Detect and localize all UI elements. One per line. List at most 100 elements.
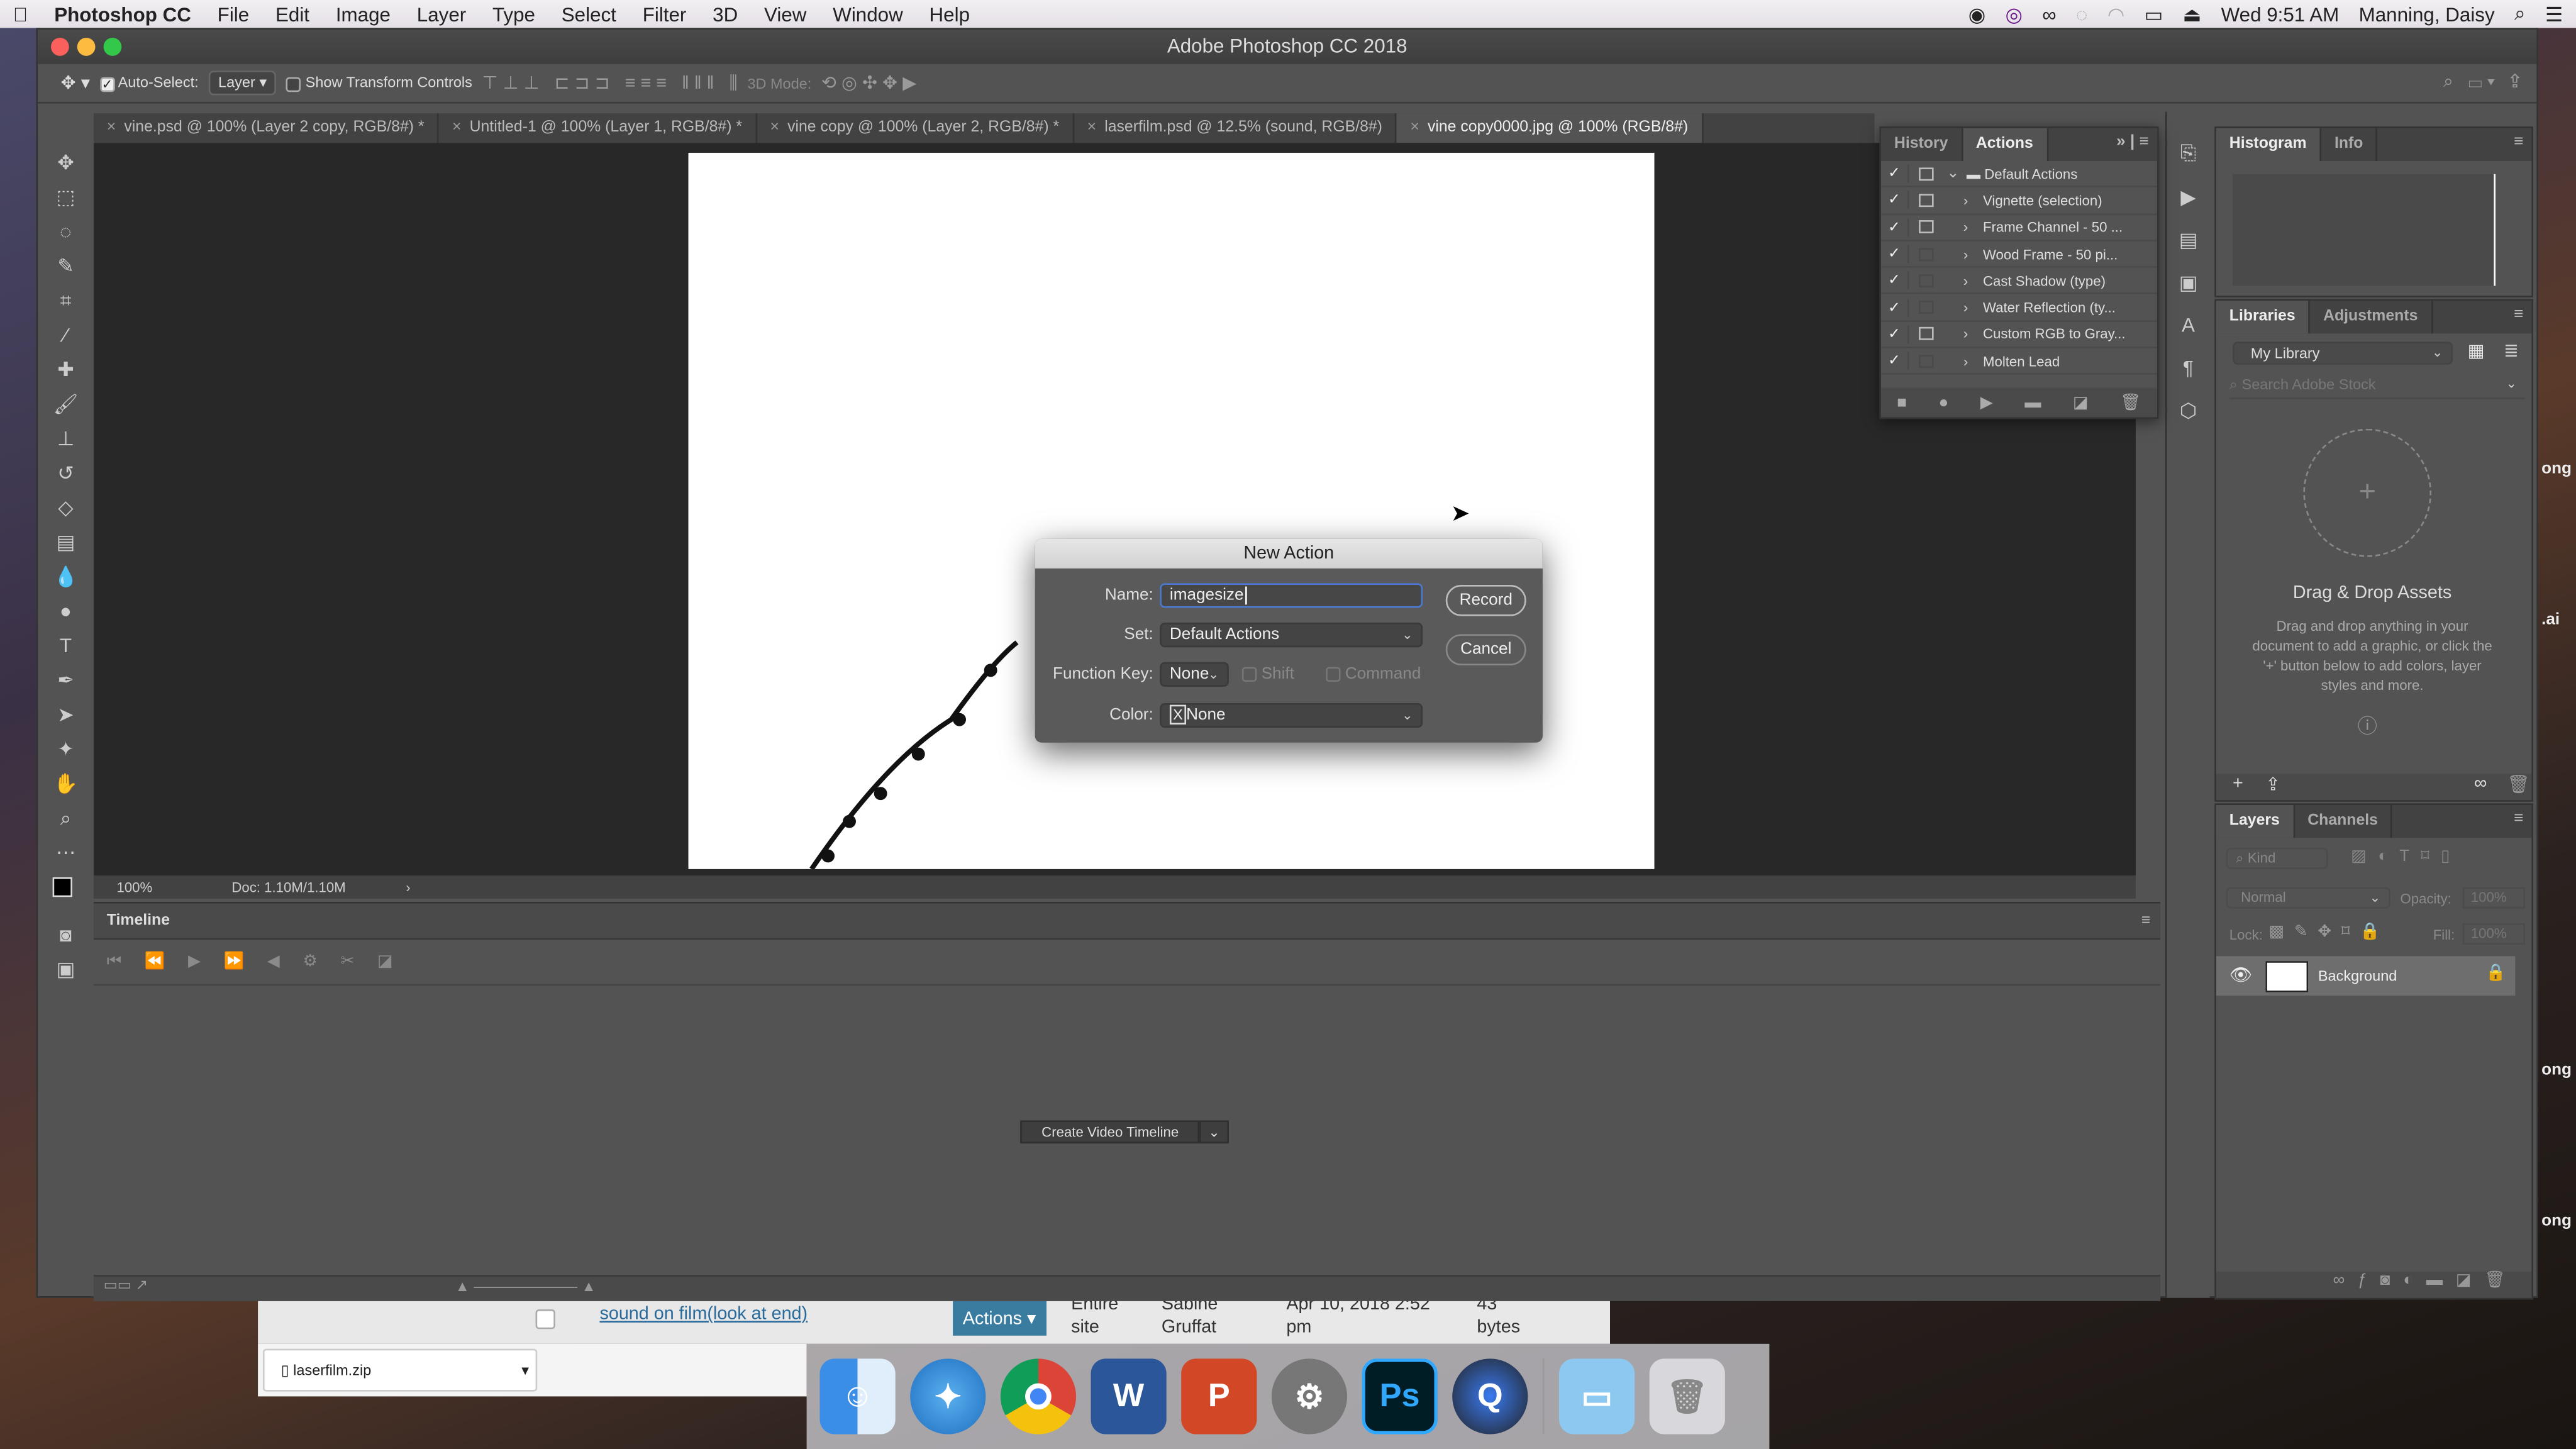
- eject-icon[interactable]: ⏏: [2183, 3, 2202, 26]
- history-brush-icon[interactable]: ↺: [57, 460, 74, 486]
- blur-tool-icon[interactable]: 💧: [53, 564, 78, 590]
- add-icon[interactable]: +: [2233, 774, 2243, 793]
- library-dropdown[interactable]: My Library ⌄: [2233, 341, 2453, 365]
- transition-icon[interactable]: ◪: [377, 953, 393, 971]
- trash-icon[interactable]: 🗑: [2120, 394, 2141, 412]
- cancel-button[interactable]: Cancel: [1445, 634, 1526, 665]
- action-name-input[interactable]: imagesize: [1160, 583, 1423, 608]
- dock-powerpoint[interactable]: P: [1181, 1358, 1257, 1435]
- creative-cloud-icon[interactable]: ∞: [2474, 774, 2487, 793]
- tab-vine-copy0000[interactable]: × vine copy0000.jpg @ 100% (RGB/8#): [1397, 113, 1703, 143]
- move-tool-icon[interactable]: ✥ ▾: [61, 72, 90, 94]
- dialog-toggle-icon[interactable]: [1919, 220, 1934, 234]
- dock-chrome[interactable]: [1000, 1358, 1077, 1435]
- action-row[interactable]: ✓ › Cast Shadow (type): [1881, 268, 2157, 295]
- tab-history[interactable]: History: [1881, 128, 1963, 161]
- record-button[interactable]: Record: [1445, 584, 1526, 616]
- shift-checkbox[interactable]: Shift: [1241, 665, 1294, 684]
- character-icon[interactable]: ▣: [2179, 271, 2198, 294]
- first-frame-icon[interactable]: ⏮: [107, 953, 122, 971]
- spotlight-icon[interactable]: ⌕: [2514, 2, 2526, 26]
- zoom-level[interactable]: 100%: [116, 875, 152, 899]
- dialog-toggle-icon[interactable]: [1919, 301, 1934, 314]
- dialog-toggle-icon[interactable]: [1919, 327, 1934, 341]
- vpn-icon[interactable]: ◎: [2005, 3, 2022, 26]
- zoom-slider[interactable]: ▲ ——————— ▲: [455, 1278, 596, 1294]
- eraser-tool-icon[interactable]: ◇: [58, 494, 73, 521]
- new-set-folder-icon[interactable]: ▬: [2024, 394, 2041, 412]
- grid-view-icon[interactable]: ▦: [2468, 340, 2485, 361]
- user-name[interactable]: Manning, Daisy: [2359, 3, 2495, 26]
- zoom-tool-icon[interactable]: ⌕: [60, 805, 72, 831]
- layer-row-background[interactable]: 👁 Background 🔒: [2216, 956, 2516, 996]
- color-dropdown[interactable]: X None ⌄: [1160, 703, 1423, 728]
- check-icon[interactable]: ✓: [1881, 191, 1909, 209]
- quick-mask-icon[interactable]: ◙: [60, 921, 72, 948]
- marquee-tool-icon[interactable]: ⬚: [57, 184, 75, 211]
- chevron-right-icon[interactable]: ›: [1963, 192, 1983, 208]
- play-icon[interactable]: ▶: [188, 953, 201, 971]
- check-icon[interactable]: ✓: [1881, 218, 1909, 236]
- check-icon[interactable]: ✓: [1881, 352, 1909, 370]
- actions-panel-icon[interactable]: ▶: [2180, 186, 2196, 209]
- chevron-right-icon[interactable]: ›: [1963, 353, 1983, 369]
- panel-menu-icon[interactable]: » | ≡: [2116, 133, 2149, 152]
- stamp-tool-icon[interactable]: ⊥: [57, 426, 74, 452]
- action-row[interactable]: ✓ › Wood Frame - 50 pi...: [1881, 242, 2157, 269]
- add-asset-circle[interactable]: +: [2303, 428, 2432, 557]
- type-tool-icon[interactable]: T: [60, 633, 72, 659]
- move-tool-icon[interactable]: ✥: [57, 150, 74, 176]
- tab-adjustments[interactable]: Adjustments: [2310, 301, 2433, 334]
- dock-quicktime[interactable]: Q: [1452, 1358, 1528, 1435]
- menu-view[interactable]: View: [751, 3, 819, 26]
- stop-icon[interactable]: ■: [1897, 394, 1907, 412]
- healing-tool-icon[interactable]: ✚: [57, 357, 74, 383]
- dialog-toggle-icon[interactable]: [1919, 354, 1934, 368]
- action-row[interactable]: ✓ › Vignette (selection): [1881, 188, 2157, 215]
- opacity-field[interactable]: 100%: [2462, 887, 2526, 909]
- menu-filter[interactable]: Filter: [630, 3, 699, 26]
- help-icon[interactable]: ⓘ: [2358, 711, 2377, 739]
- action-row[interactable]: ✓ › Custom RGB to Gray...: [1881, 321, 2157, 348]
- set-dropdown[interactable]: Default Actions ⌄: [1160, 623, 1423, 648]
- panel-menu-icon[interactable]: ≡: [2514, 306, 2523, 324]
- chevron-down-icon[interactable]: ⌄: [1947, 165, 1967, 183]
- chevron-right-icon[interactable]: ›: [1963, 272, 1983, 289]
- close-tab-icon[interactable]: ×: [1087, 118, 1097, 136]
- dock-trash[interactable]: 🗑: [1649, 1358, 1725, 1435]
- lock-icon[interactable]: 🔒: [2485, 964, 2506, 982]
- tab-untitled-1[interactable]: × Untitled-1 @ 100% (Layer 1, RGB/8#) *: [439, 113, 757, 143]
- tab-actions[interactable]: Actions: [1962, 128, 2048, 161]
- menu-app[interactable]: Photoshop CC: [41, 3, 204, 26]
- eyedropper-tool-icon[interactable]: ⁄: [64, 322, 67, 348]
- dialog-toggle-icon[interactable]: [1919, 247, 1934, 261]
- airplay-icon[interactable]: ▭: [2145, 3, 2163, 26]
- menu-help[interactable]: Help: [916, 3, 983, 26]
- panel-menu-icon[interactable]: ≡: [2514, 133, 2523, 152]
- tab-channels[interactable]: Channels: [2294, 804, 2393, 838]
- dodge-tool-icon[interactable]: ●: [60, 598, 72, 625]
- dock-photoshop[interactable]: Ps: [1362, 1358, 1438, 1435]
- zoom-button[interactable]: [103, 38, 122, 56]
- align-icons[interactable]: ⊤ ⊥ ⊥ ⊏ ⊐ ⊐ ≡ ≡ ≡ ‖ ‖ ‖ ⫼: [482, 72, 738, 95]
- frame-icon[interactable]: ▭▭ ↗: [104, 1277, 148, 1293]
- record-icon[interactable]: ◉: [1968, 3, 1985, 26]
- check-icon[interactable]: ✓: [1881, 245, 1909, 264]
- shape-tool-icon[interactable]: ✦: [57, 736, 74, 762]
- create-video-timeline-button[interactable]: Create Video Timeline ⌄: [1020, 1120, 1228, 1144]
- chevron-down-icon[interactable]: ⌄: [1200, 1120, 1228, 1144]
- lasso-tool-icon[interactable]: ◌: [60, 218, 72, 245]
- layer-filter-icons[interactable]: ▨◐T⌑▯: [2351, 848, 2462, 866]
- close-tab-icon[interactable]: ×: [1410, 118, 1419, 136]
- dock-word[interactable]: W: [1091, 1358, 1167, 1435]
- file-link[interactable]: sound on film(look at end): [599, 1304, 808, 1324]
- tab-vine-psd[interactable]: × vine.psd @ 100% (Layer 2 copy, RGB/8#) …: [94, 113, 440, 143]
- new-action-icon[interactable]: ◪: [2073, 394, 2089, 412]
- clock[interactable]: Wed 9:51 AM: [2221, 3, 2340, 26]
- brush-tool-icon[interactable]: 🖌: [53, 391, 79, 418]
- action-row[interactable]: ✓ › Frame Channel - 50 ...: [1881, 214, 2157, 242]
- hand-tool-icon[interactable]: ✋: [53, 770, 78, 797]
- check-icon[interactable]: ✓: [1881, 325, 1909, 343]
- tab-histogram[interactable]: Histogram: [2216, 128, 2322, 161]
- status-arrow-icon[interactable]: ›: [406, 875, 410, 899]
